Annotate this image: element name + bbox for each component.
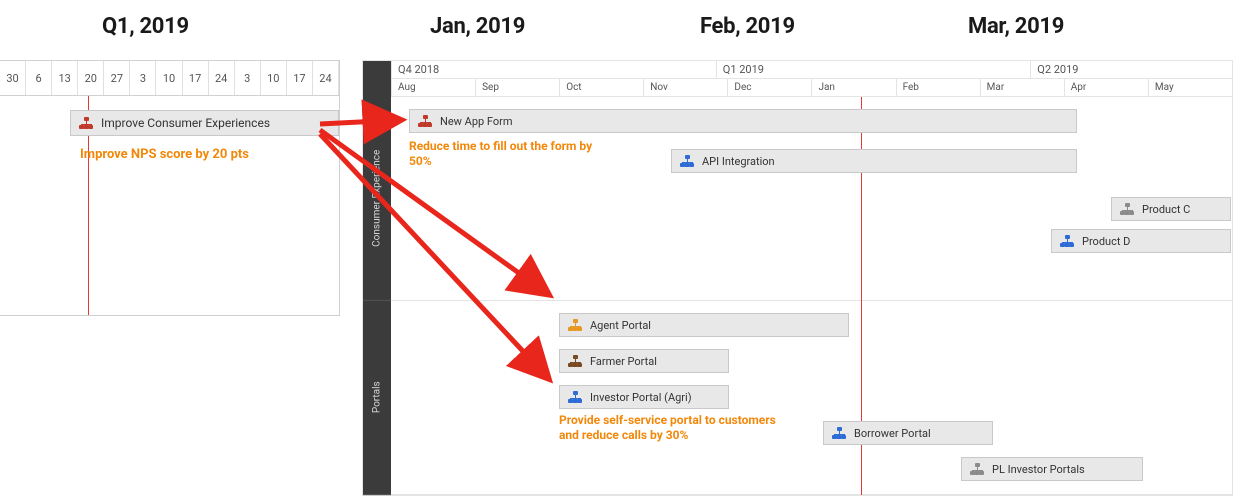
swimlane-corner — [363, 61, 391, 97]
bar-label: PL Investor Portals — [992, 463, 1085, 476]
header-jan: Jan, 2019 — [430, 14, 525, 39]
left-date-cell: 17 — [287, 61, 313, 95]
left-date-cell: 10 — [261, 61, 287, 95]
bar-api-integration[interactable]: API Integration — [671, 149, 1077, 173]
month-cell: Jan — [811, 79, 895, 97]
left-date-cell: 27 — [104, 61, 130, 95]
feature-icon — [970, 463, 984, 475]
bar-borrower-portal[interactable]: Borrower Portal — [823, 421, 993, 445]
quarter-cell: Q4 2018 — [391, 61, 716, 79]
left-date-cell: 17 — [183, 61, 209, 95]
left-date-cell: 20 — [78, 61, 104, 95]
feature-icon — [418, 115, 432, 127]
swimlane-consumer-experience[interactable]: Consumer Experience — [363, 97, 391, 301]
left-date-cell: 6 — [26, 61, 52, 95]
left-date-cell: 3 — [130, 61, 156, 95]
feature-icon — [1120, 203, 1134, 215]
header-feb: Feb, 2019 — [700, 14, 795, 39]
month-cell: Aug — [391, 79, 475, 97]
month-cell: Sep — [475, 79, 559, 97]
month-cell: Dec — [727, 79, 811, 97]
header-mar: Mar, 2019 — [968, 14, 1064, 39]
month-cell: May — [1148, 79, 1232, 97]
swimlane-portals[interactable]: Portals — [363, 301, 391, 495]
feature-icon — [680, 155, 694, 167]
bar-new-app-form[interactable]: New App Form — [409, 109, 1077, 133]
bar-agent-portal[interactable]: Agent Portal — [559, 313, 849, 337]
bar-product-d[interactable]: Product D — [1051, 229, 1231, 253]
bar-farmer-portal[interactable]: Farmer Portal — [559, 349, 729, 373]
bar-label: New App Form — [440, 115, 513, 128]
bar-label: Product D — [1082, 235, 1130, 248]
feature-icon — [832, 427, 846, 439]
bar-label: Borrower Portal — [854, 427, 931, 440]
initiative-icon — [79, 117, 93, 129]
left-roadmap-panel: 30 6 13 20 27 3 10 17 24 3 10 17 24 Impr… — [0, 60, 340, 316]
bar-investor-portal-agri[interactable]: Investor Portal (Agri) — [559, 385, 729, 409]
left-roadmap-body: Improve Consumer Experiences Improve NPS… — [0, 96, 340, 316]
quarter-cell: Q1 2019 — [716, 61, 1031, 79]
bar-label: Agent Portal — [590, 319, 651, 332]
month-header-row: Aug Sep Oct Nov Dec Jan Feb Mar Apr May — [391, 79, 1232, 97]
left-date-header: 30 6 13 20 27 3 10 17 24 3 10 17 24 — [0, 60, 340, 96]
initiative-label: Improve Consumer Experiences — [101, 116, 270, 130]
right-roadmap-panel: Q4 2018 Q1 2019 Q2 2019 Aug Sep Oct Nov … — [362, 60, 1233, 496]
chart-area[interactable]: New App Form API Integration Product C P… — [391, 97, 1232, 495]
left-date-cell: 13 — [52, 61, 78, 95]
bar-label: Product C — [1142, 203, 1190, 216]
left-note-nps: Improve NPS score by 20 pts — [80, 146, 249, 164]
month-cell: Nov — [643, 79, 727, 97]
bar-label: Farmer Portal — [590, 355, 657, 368]
left-date-cell: 10 — [156, 61, 182, 95]
quarter-header-row: Q4 2018 Q1 2019 Q2 2019 — [391, 61, 1232, 79]
feature-icon — [568, 391, 582, 403]
feature-icon — [568, 355, 582, 367]
header-q1: Q1, 2019 — [102, 14, 189, 39]
bar-label: Investor Portal (Agri) — [590, 391, 692, 404]
bar-label: API Integration — [702, 155, 775, 168]
initiative-bar-improve-consumer[interactable]: Improve Consumer Experiences — [70, 110, 339, 136]
left-date-cell: 24 — [313, 61, 339, 95]
left-date-cell: 30 — [0, 61, 26, 95]
left-date-cell: 3 — [235, 61, 261, 95]
month-cell: Feb — [896, 79, 980, 97]
month-cell: Mar — [980, 79, 1064, 97]
bar-pl-investor-portals[interactable]: PL Investor Portals — [961, 457, 1143, 481]
quarter-cell: Q2 2019 — [1030, 61, 1232, 79]
feature-icon — [568, 319, 582, 331]
month-cell: Oct — [559, 79, 643, 97]
bar-product-c[interactable]: Product C — [1111, 197, 1231, 221]
note-form: Reduce time to fill out the form by 50% — [409, 139, 609, 169]
swimlane-labels: Consumer Experience Portals — [363, 97, 391, 495]
month-cell: Apr — [1064, 79, 1148, 97]
note-portal: Provide self-service portal to customers… — [559, 413, 789, 443]
left-date-cell: 24 — [209, 61, 235, 95]
feature-icon — [1060, 235, 1074, 247]
